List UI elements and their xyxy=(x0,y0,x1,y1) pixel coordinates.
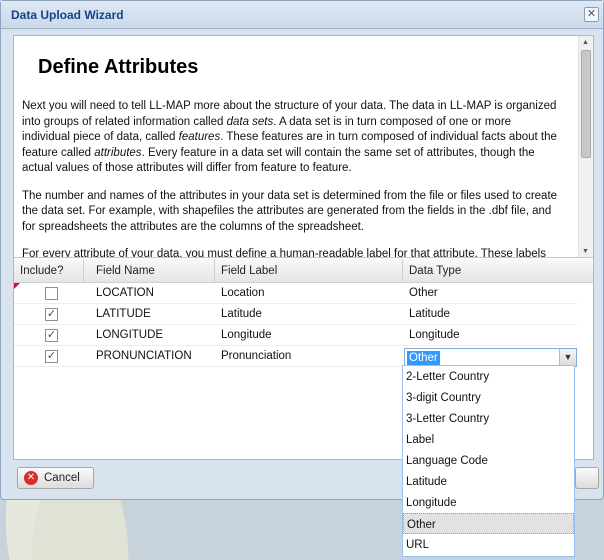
field-name: PRONUNCIATION xyxy=(96,350,192,362)
dropdown-option[interactable]: Language Code xyxy=(403,450,574,471)
next-button[interactable] xyxy=(575,467,599,489)
include-checkbox[interactable]: ✓ xyxy=(45,350,58,363)
field-name: LOCATION xyxy=(96,287,154,299)
scrollbar-thumb[interactable] xyxy=(581,50,591,158)
grid-header: Include? Field Name Field Label Data Typ… xyxy=(14,259,593,283)
column-header-include[interactable]: Include? xyxy=(20,265,63,277)
field-label[interactable]: Longitude xyxy=(221,329,272,341)
dropdown-option[interactable]: 3-digit Country xyxy=(403,387,574,408)
table-row[interactable]: LOCATION Location Other xyxy=(14,283,577,304)
scroll-up-icon[interactable]: ▲ xyxy=(582,39,589,46)
data-type[interactable]: Longitude xyxy=(409,329,460,341)
field-name: LONGITUDE xyxy=(96,329,164,341)
cancel-button-label: Cancel xyxy=(44,472,80,484)
column-separator xyxy=(214,259,215,283)
cancel-icon: ✕ xyxy=(24,471,38,485)
dropdown-option-selected[interactable]: Other xyxy=(403,513,574,534)
data-type[interactable]: Other xyxy=(409,287,438,299)
description-scrollbar[interactable]: ▲ ▼ xyxy=(578,36,593,257)
column-separator xyxy=(402,259,403,283)
column-separator xyxy=(83,259,84,283)
window-title: Data Upload Wizard xyxy=(11,8,124,22)
cancel-button[interactable]: ✕ Cancel xyxy=(17,467,94,489)
table-row[interactable]: ✓ LATITUDE Latitude Latitude xyxy=(14,304,577,325)
data-type-combobox-value[interactable]: Other xyxy=(407,351,440,365)
data-type-dropdown-list: 2-Letter Country 3-digit Country 3-Lette… xyxy=(402,365,575,557)
scroll-down-icon[interactable]: ▼ xyxy=(582,248,589,255)
data-type[interactable]: Latitude xyxy=(409,308,450,320)
field-label[interactable]: Pronunciation xyxy=(221,350,291,362)
dropdown-option[interactable]: Label xyxy=(403,429,574,450)
dropdown-option[interactable]: Latitude xyxy=(403,471,574,492)
page-title: Define Attributes xyxy=(38,56,199,78)
include-checkbox[interactable]: ✓ xyxy=(45,308,58,321)
close-icon: ✕ xyxy=(586,8,597,20)
dirty-marker xyxy=(14,283,20,289)
description-paragraph-3: For every attribute of your data, you mu… xyxy=(22,248,546,258)
description-panel[interactable]: Define Attributes Next you will need to … xyxy=(14,36,593,258)
chevron-down-icon[interactable]: ▼ xyxy=(559,349,576,366)
include-checkbox[interactable]: ✓ xyxy=(45,329,58,342)
field-label[interactable]: Location xyxy=(221,287,264,299)
include-checkbox[interactable] xyxy=(45,287,58,300)
column-header-field-label[interactable]: Field Label xyxy=(221,265,277,277)
dropdown-option[interactable]: URL xyxy=(403,534,574,555)
title-bar: Data Upload Wizard ✕ xyxy=(1,1,603,29)
field-label[interactable]: Latitude xyxy=(221,308,262,320)
column-header-field-name[interactable]: Field Name xyxy=(96,265,155,277)
dropdown-option[interactable]: Longitude xyxy=(403,492,574,513)
dropdown-option[interactable]: 2-Letter Country xyxy=(403,366,574,387)
table-row[interactable]: ✓ LONGITUDE Longitude Longitude xyxy=(14,325,577,346)
description-paragraph-1: Next you will need to tell LL-MAP more a… xyxy=(22,99,558,177)
column-header-data-type[interactable]: Data Type xyxy=(409,265,461,277)
field-name: LATITUDE xyxy=(96,308,151,320)
close-button[interactable]: ✕ xyxy=(584,7,599,22)
dropdown-option[interactable]: 3-Letter Country xyxy=(403,408,574,429)
description-paragraph-2: The number and names of the attributes i… xyxy=(22,189,558,233)
paragraph-1-text: Next you will need to tell LL-MAP more a… xyxy=(22,100,557,174)
